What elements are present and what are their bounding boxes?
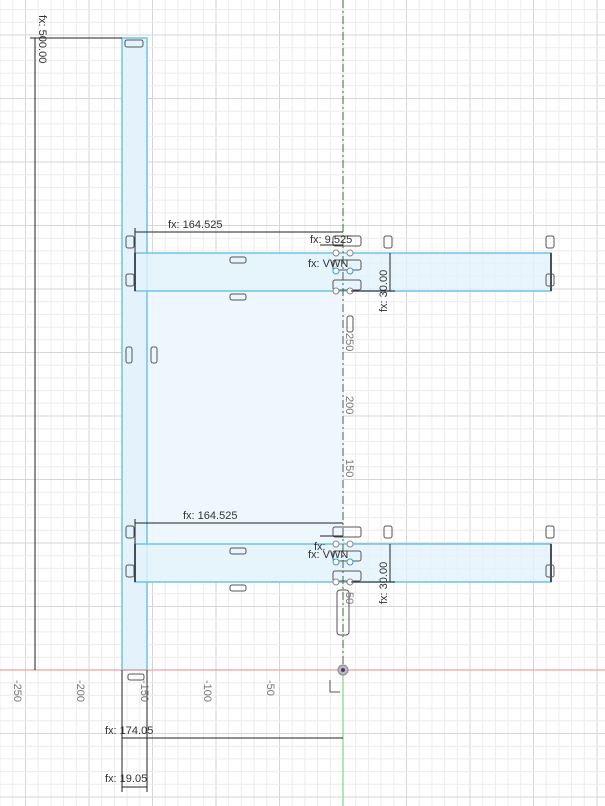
dim-height-total[interactable]: fx: 500.00 xyxy=(36,15,48,63)
dim-top-bar-height[interactable]: fx: 30.00 xyxy=(378,270,390,312)
dim-bottom-bar-height[interactable]: fx: 30.00 xyxy=(378,562,390,604)
dim-post-width[interactable]: fx: 19.05 xyxy=(105,773,147,785)
dim-small-top[interactable]: fx: 9.525 xyxy=(310,234,352,246)
y-tick: 50 xyxy=(343,592,355,604)
x-tick: -250 xyxy=(11,680,23,702)
dim-overall-width[interactable]: fx: 174.05 xyxy=(105,725,153,737)
y-tick: 250 xyxy=(343,333,355,351)
x-tick: -100 xyxy=(201,680,213,702)
dim-top-offset[interactable]: fx: 164.525 xyxy=(168,219,222,231)
origin-dot xyxy=(341,668,345,672)
x-tick: -150 xyxy=(138,680,150,702)
dim-bottom-offset[interactable]: fx: 164.525 xyxy=(183,510,237,522)
x-tick: -200 xyxy=(74,680,86,702)
sketch-canvas[interactable]: fx: 500.00 fx: 164.525 fx: 164.525 fx: 3… xyxy=(0,0,605,806)
x-tick: -50 xyxy=(264,680,276,696)
y-tick: 150 xyxy=(343,459,355,477)
y-tick: 200 xyxy=(343,396,355,414)
panel-region[interactable] xyxy=(147,253,343,582)
dim-small-top-2[interactable]: fx: VWN xyxy=(308,258,348,270)
dim-small-bottom-2[interactable]: fx: VWN xyxy=(308,549,348,561)
